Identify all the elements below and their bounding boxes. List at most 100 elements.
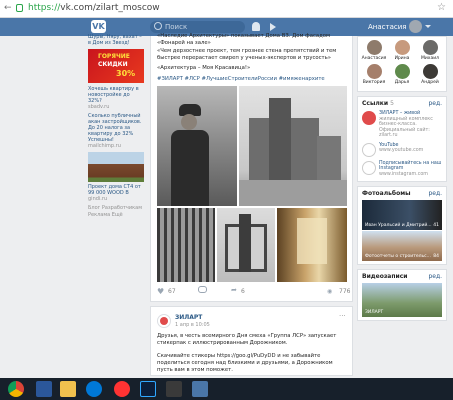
vk-logo[interactable]: VK [91, 20, 106, 33]
post-quote-3: «Архитектура – Моя Красавица!» [157, 65, 251, 71]
post-photo-ironwork[interactable] [157, 208, 215, 282]
friend-name: Анастасия [361, 56, 387, 61]
friends-block: Анастасия Ирина Михаил Виктория Дарья Ан… [357, 36, 447, 92]
albums-edit[interactable]: ред. [428, 190, 442, 197]
post-photo-pavilion[interactable] [217, 208, 275, 282]
link-item[interactable]: ЗИЛАРТ – живой жилищный комплекс бизнес-к… [358, 109, 446, 141]
post-photo-portrait[interactable] [157, 86, 237, 206]
back-arrow-icon[interactable]: ← [4, 3, 12, 13]
views-eye-icon: ◉ [327, 288, 333, 295]
friend-name: Ирина [394, 56, 410, 61]
url-scheme: https:// [28, 3, 61, 13]
edge-icon[interactable] [86, 381, 102, 397]
search-input[interactable]: Поиск [150, 21, 245, 33]
post-quote-2: «Чем дерзостнее проект, тем грознее стен… [157, 48, 337, 61]
like-count: 67 [168, 288, 176, 295]
albums-heading[interactable]: Фотоальбомы ред. [358, 187, 446, 199]
views-count: 776 [339, 288, 351, 295]
friend-item[interactable]: Анастасия [360, 40, 388, 61]
links-block: Ссылки 5 ред. ЗИЛАРТ – живой жилищный комп… [357, 96, 447, 182]
ad-item[interactable]: Сколько публичный акан застройщиков. До … [88, 113, 144, 149]
word-icon[interactable] [36, 381, 52, 397]
browser-address-bar: ← https://vk.com/zilart_moscow ☆ [0, 0, 453, 18]
friend-avatar [422, 40, 438, 55]
friend-item[interactable]: Андрей [416, 64, 444, 85]
video-item[interactable]: ЗИЛАРТ [362, 283, 442, 317]
album-item[interactable]: Иван Уральсий и Дмитрий... 41 [362, 200, 442, 230]
links-edit[interactable]: ред. [428, 100, 442, 107]
link-item[interactable]: Подписывайтесь на наш Instagram www.insta… [358, 159, 446, 182]
friend-avatar [394, 40, 410, 55]
url-path: vk.com/zilart_moscow [60, 3, 160, 13]
ad-text: Проект дома СТ4 от 99 000 WOOD В [88, 184, 141, 196]
friend-name: Андрей [421, 80, 439, 85]
post-photo-building[interactable] [239, 86, 347, 206]
youtube-icon [362, 142, 376, 157]
wall-post: «Наследие Архитектуры» показывает Дома В… [150, 33, 353, 302]
bookmark-star-icon[interactable]: ☆ [437, 2, 446, 13]
friend-name: Михаил [420, 56, 440, 61]
yandex-browser-icon[interactable] [114, 381, 130, 397]
bell-icon[interactable] [252, 22, 260, 31]
album-count: 84 [433, 254, 439, 259]
like-heart-icon[interactable]: ♥ [157, 287, 164, 296]
left-footer-links[interactable]: Блог Разработчикам Реклама Ещё [88, 205, 144, 219]
vk-app-icon[interactable] [192, 381, 208, 397]
instagram-icon [362, 160, 376, 175]
friend-avatar [422, 64, 438, 79]
friend-name: Виктория [362, 80, 386, 85]
more-dots-icon[interactable]: ··· [339, 312, 346, 320]
ad-domain: mailchimp.ru [88, 143, 121, 149]
album-item[interactable]: Фотоотчеты о строительс... 84 [362, 231, 442, 261]
friend-avatar [366, 64, 382, 79]
videos-edit[interactable]: ред. [428, 273, 442, 280]
link-sub: жилищный комплекс бизнес-класса. Официал… [379, 116, 433, 139]
calculator-icon[interactable] [166, 381, 182, 397]
photoshop-icon[interactable] [140, 381, 156, 397]
ad-item[interactable]: Шуры, Няру, вахат – в Дом из Звезд! [88, 34, 144, 46]
friend-item[interactable]: Ирина [388, 40, 416, 61]
url-field[interactable]: https://vk.com/zilart_moscow [28, 3, 160, 13]
user-name[interactable]: Анастасия [368, 19, 406, 35]
music-play-icon[interactable] [270, 23, 276, 31]
post-date[interactable]: 1 апр в 10:05 [175, 322, 210, 328]
ad-item[interactable]: Проект дома СТ4 от 99 000 WOOD В gindi.r… [88, 152, 144, 202]
wall-post-2: ЗИЛАРТ 1 апр в 10:05 ··· Друзья, в честь… [150, 306, 353, 376]
share-count: 6 [241, 288, 245, 295]
chevron-down-icon[interactable] [425, 25, 431, 28]
zilart-logo-icon [362, 111, 376, 125]
album-count: 41 [433, 223, 439, 228]
link-item[interactable]: YouTube www.youtube.com [358, 141, 446, 159]
ad-banner[interactable]: ГОРЯЧИЕ СКИДКИ 30% [88, 49, 144, 83]
lock-icon [16, 4, 23, 12]
friend-item[interactable]: Михаил [416, 40, 444, 61]
post-hashtags[interactable]: #ЗИЛАРТ #ЛСР #ЛучшиеСтроителиРоссии #имя… [157, 76, 347, 83]
chrome-icon[interactable] [8, 381, 24, 397]
friend-item[interactable]: Дарья [388, 64, 416, 85]
post-text-1: Друзья, в честь всемирного Дня смеха «Гр… [157, 333, 337, 346]
author-avatar[interactable] [157, 314, 171, 328]
share-icon[interactable]: ➦ [231, 286, 237, 294]
post-quote-1: «Наследие Архитектуры» показывает Дома В… [157, 33, 331, 46]
windows-taskbar [0, 378, 453, 400]
explorer-icon[interactable] [60, 381, 76, 397]
comment-icon[interactable] [198, 286, 207, 293]
links-heading[interactable]: Ссылки 5 ред. [358, 97, 446, 109]
post-photo-interior[interactable] [277, 208, 347, 282]
album-caption: Фотоотчеты о строительс... [365, 254, 431, 259]
ad-banner-line3: 30% [116, 69, 136, 78]
post-author[interactable]: ЗИЛАРТ [175, 314, 202, 321]
avatar[interactable] [409, 20, 422, 33]
link-name: Подписывайтесь на наш Instagram [379, 160, 442, 172]
friend-avatar [394, 64, 410, 79]
friend-avatar [366, 40, 382, 55]
videos-heading[interactable]: Видеозаписи ред. [358, 270, 446, 282]
ad-banner-line2: СКИДКИ [98, 61, 128, 68]
ad-item[interactable]: Хочешь квартиру в новостройке до 32%? sb… [88, 86, 144, 110]
ad-banner-line1: ГОРЯЧИЕ [98, 53, 130, 60]
search-placeholder: Поиск [165, 23, 188, 31]
friend-item[interactable]: Виктория [360, 64, 388, 85]
videos-title: Видеозаписи [362, 273, 408, 280]
search-icon [154, 22, 162, 30]
ad-domain: sbadv.ru [88, 104, 110, 110]
